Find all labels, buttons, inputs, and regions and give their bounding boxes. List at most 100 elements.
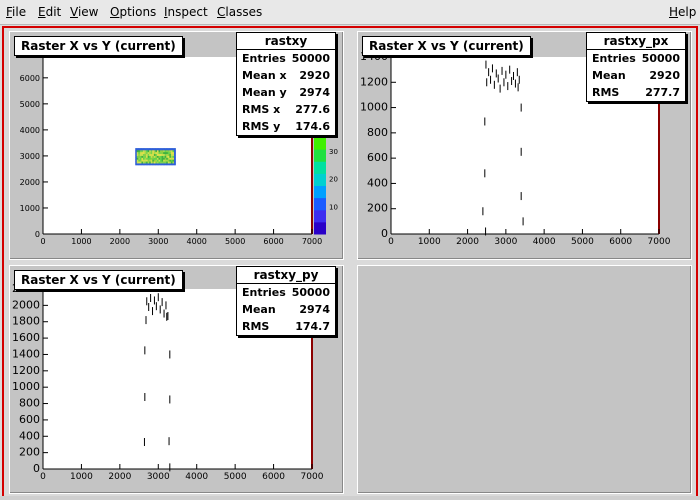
stats-row: Mean 2920: [592, 69, 680, 82]
x-tick-label: 5000: [225, 237, 245, 246]
stats-row: Entries 50000: [592, 52, 680, 65]
pad-rastxy[interactable]: 0 1000 2000 3000 4000 5000 6000 7000 0 1000 2000 30…: [9, 31, 344, 260]
palette-band: [314, 221, 326, 235]
heatmap-cell: [174, 149, 176, 153]
y-tick-label: 2000: [12, 298, 40, 311]
palette-band: [314, 149, 326, 162]
x-tick-label: 2000: [108, 472, 131, 482]
x-tick-label: 7000: [302, 237, 322, 246]
x-tick-label: 4000: [533, 237, 556, 247]
y-tick-label: 2000: [20, 178, 40, 187]
menu-help[interactable]: Help: [669, 5, 696, 19]
heatmap-cell: [174, 159, 176, 162]
y-tick-label: 0: [35, 230, 40, 239]
y-tick-label: 600: [367, 151, 388, 164]
x-tick-label: 7000: [648, 237, 671, 247]
x-tick-label: 6000: [609, 237, 632, 247]
palette-band: [314, 209, 326, 223]
heatmap-cell: [174, 157, 176, 160]
heatmap-cell: [174, 148, 176, 151]
menu-file[interactable]: File: [6, 5, 26, 19]
y-tick-label: 6000: [20, 74, 40, 83]
x-tick-label: 1000: [418, 237, 441, 247]
stats-row: Mean 2974: [242, 303, 330, 316]
status-bar: [0, 496, 700, 500]
y-tick-label: 1000: [360, 101, 388, 114]
y-tick-label: 400: [367, 176, 388, 189]
x-tick-label: 2000: [110, 237, 130, 246]
x-tick-label: 1000: [70, 472, 93, 482]
y-tick-label: 0: [381, 227, 388, 240]
x-tick-label: 0: [40, 237, 45, 246]
y-tick-label: 5000: [20, 100, 40, 109]
stats-row: Entries 50000: [242, 286, 330, 299]
pad-title: Raster X vs Y (current): [14, 36, 183, 56]
palette-tick-label: 20: [329, 176, 338, 184]
x-tick-label: 1000: [71, 237, 91, 246]
palette-band: [314, 137, 326, 150]
x-tick-label: 5000: [571, 237, 594, 247]
stats-row: RMS y 174.6: [242, 120, 330, 133]
palette-tick-label: 30: [329, 148, 338, 156]
heatmap-cell: [174, 155, 176, 158]
x-tick-label: 0: [40, 472, 46, 482]
stats-row: RMS x 277.6: [242, 103, 330, 116]
y-tick-label: 0: [33, 462, 40, 475]
pad-empty[interactable]: [357, 265, 692, 494]
y-tick-label: 1000: [20, 204, 40, 213]
palette-tick-label: 10: [329, 203, 338, 211]
x-tick-label: 5000: [224, 472, 247, 482]
y-tick-label: 400: [19, 429, 40, 442]
menu-edit[interactable]: Edit: [38, 5, 61, 19]
stats-box-rastxy[interactable]: rastxy Entries 50000 Mean x 2920 Mean y 297…: [236, 32, 336, 136]
x-tick-label: 3000: [148, 237, 168, 246]
menu-inspect[interactable]: Inspect: [164, 5, 208, 19]
heatmap-cell: [174, 163, 176, 166]
menubar: File Edit View Options Inspect Classes H…: [0, 0, 700, 25]
y-tick-label: 200: [19, 446, 40, 459]
palette-band: [314, 197, 326, 211]
stats-box-rastxy-py[interactable]: rastxy_py Entries 50000 Mean 2974 RMS 174.7: [236, 266, 336, 336]
pad-title: Raster X vs Y (current): [362, 36, 531, 56]
stats-box-rastxy-px[interactable]: rastxy_px Entries 50000 Mean 2920 RMS 277.7: [586, 32, 686, 102]
y-tick-label: 600: [19, 413, 40, 426]
x-tick-label: 2000: [456, 237, 479, 247]
menu-view[interactable]: View: [70, 5, 98, 19]
heatmap-cell: [174, 151, 176, 155]
x-tick-label: 7000: [301, 472, 324, 482]
palette-band: [314, 161, 326, 174]
y-tick-label: 1200: [12, 364, 40, 377]
heatmap-cell: [174, 153, 176, 156]
x-tick-label: 0: [388, 237, 394, 247]
x-tick-label: 3000: [494, 237, 517, 247]
y-tick-label: 200: [367, 202, 388, 215]
canvas-frame: 0 1000 2000 3000 4000 5000 6000 7000 0 1000 2000 30…: [2, 26, 698, 498]
menu-options[interactable]: Options: [110, 5, 156, 19]
y-tick-label: 1200: [360, 75, 388, 88]
y-tick-label: 800: [367, 126, 388, 139]
stats-row: RMS 277.7: [592, 86, 680, 99]
color-palette: [314, 137, 326, 235]
pad-rastxy-px[interactable]: 0 1000 2000 3000 4000 5000 6000 7000 0 200 400 600 8…: [357, 31, 692, 260]
stats-name: rastxy: [237, 33, 335, 50]
palette-band: [314, 173, 326, 186]
pad-title: Raster X vs Y (current): [14, 270, 183, 290]
stats-name: rastxy_py: [237, 267, 335, 284]
y-tick-label: 1400: [12, 347, 40, 360]
stats-row: Mean y 2974: [242, 86, 330, 99]
menu-classes[interactable]: Classes: [217, 5, 262, 19]
x-tick-label: 3000: [147, 472, 170, 482]
x-tick-label: 6000: [262, 472, 285, 482]
y-tick-label: 1600: [12, 331, 40, 344]
y-tick-label: 800: [19, 397, 40, 410]
y-tick-label: 1800: [12, 315, 40, 328]
stats-row: RMS 174.7: [242, 320, 330, 333]
pad-rastxy-py[interactable]: 0 1000 2000 3000 4000 5000 6000 7000 0 200 400 600 8…: [9, 265, 344, 494]
x-tick-label: 4000: [185, 472, 208, 482]
x-tick-label: 6000: [263, 237, 283, 246]
x-tick-label: 4000: [187, 237, 207, 246]
stats-row: Mean x 2920: [242, 69, 330, 82]
heatmap-cluster: [135, 148, 176, 166]
y-tick-label: 1000: [12, 380, 40, 393]
stats-name: rastxy_px: [587, 33, 685, 50]
